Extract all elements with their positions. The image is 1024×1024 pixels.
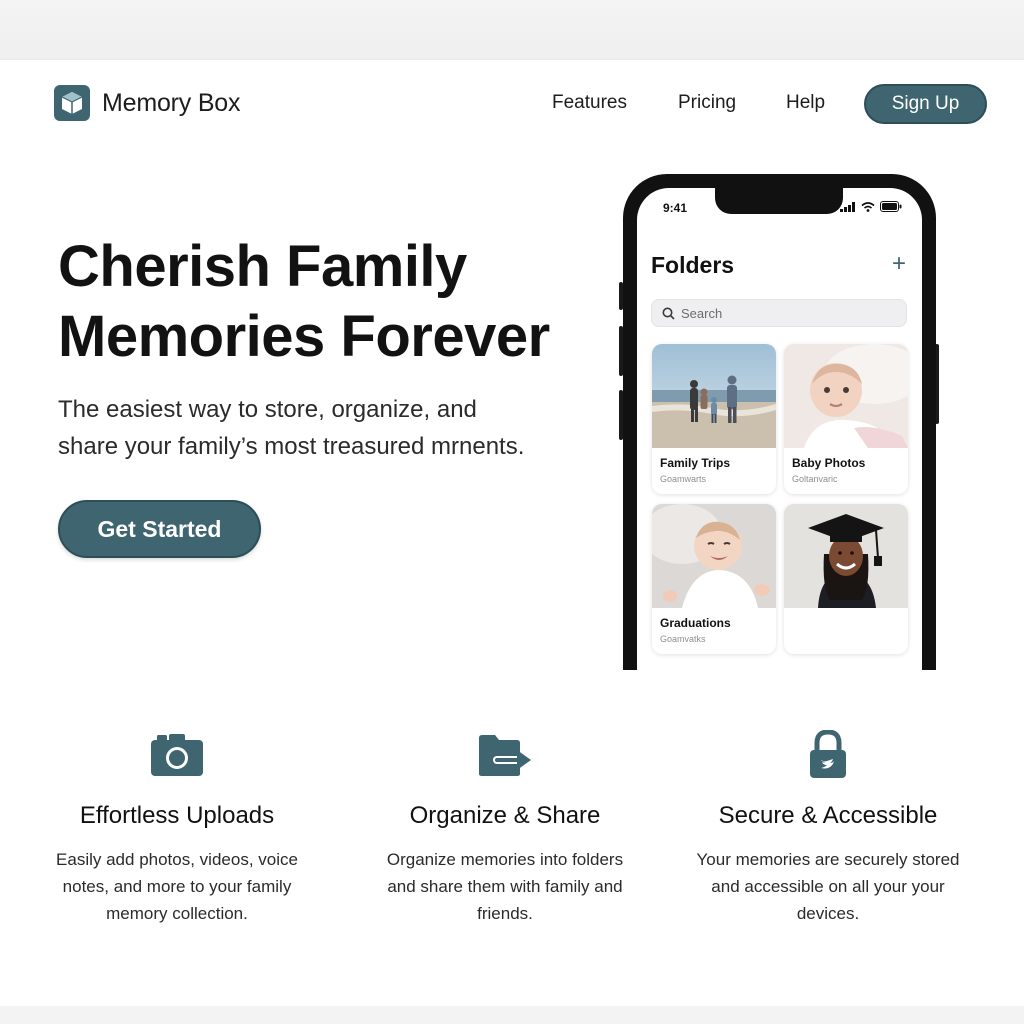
get-started-button[interactable]: Get Started [58,500,261,558]
lock-icon [810,730,846,778]
battery-icon [880,201,902,212]
brand-name: Memory Box [102,88,241,117]
feature-title: Effortless Uploads [79,802,275,829]
family-trips-photo [652,344,776,448]
camera-icon [151,734,203,776]
sign-up-button[interactable]: Sign Up [864,84,987,124]
hero-title-line2: Memories Forever [58,304,550,369]
feature-desc-line: friends. [477,904,533,923]
feature-desc-line: and share them with family and [387,877,623,896]
feature-description: Your memories are securely stored and ac… [678,846,978,927]
feature-desc-line: Your memories are securely stored [696,850,960,869]
folder-card-family-trips[interactable]: Family Trips Goamwarts [652,344,776,494]
nav-link-pricing[interactable]: Pricing [678,92,736,114]
hero-subtitle: The easiest way to store, organize, and … [58,391,578,465]
feature-desc-line: and accessible on all your your [711,877,945,896]
hero-subtitle-line1: The easiest way to store, organize, and [58,396,477,423]
hero-title: Cherish Family Memories Forever [58,232,598,372]
folder-title: Baby Photos [792,456,866,470]
phone-notch [715,188,843,214]
add-folder-plus-icon[interactable]: + [892,252,906,276]
folder-subtitle: Goamvatks [660,634,706,644]
hero-subtitle-line2: share your family’s most treasured mrnen… [58,433,525,460]
folder-title: Family Trips [660,456,731,470]
feature-effortless-uploads: Effortless Uploads Easily add photos, vi… [27,730,327,927]
feature-secure-accessible: Secure & Accessible Your memories are se… [678,730,978,927]
folders-title: Folders [651,252,735,278]
search-icon [662,307,675,320]
feature-title: Organize & Share [409,802,601,829]
feature-title: Secure & Accessible [718,802,938,829]
status-icons [840,201,902,212]
folder-card-graduate[interactable] [784,504,908,654]
graduations-photo [652,504,776,608]
nav-link-help[interactable]: Help [786,92,825,114]
hero-title-line1: Cherish Family [58,234,467,299]
wifi-icon [861,201,875,212]
feature-desc-line: notes, and more to your family [62,877,292,896]
top-browser-band [0,0,1024,60]
feature-description: Organize memories into folders and share… [355,846,655,927]
feature-organize-share: Organize & Share Organize memories into … [355,730,655,927]
nav-link-features[interactable]: Features [552,92,627,114]
search-bar[interactable] [651,299,907,327]
search-input[interactable] [681,305,881,321]
bottom-band [0,1006,1024,1024]
folder-subtitle: Goltanvaric [792,474,838,484]
status-time: 9:41 [663,201,688,215]
phone-screen: 9:41 Folders + Search Family Trips Goamw… [637,188,922,670]
feature-description: Easily add photos, videos, voice notes, … [27,846,327,927]
folder-share-icon [479,735,531,776]
signal-icon [840,201,855,212]
feature-desc-line: Easily add photos, videos, voice [56,850,298,869]
baby-photos-photo [784,344,908,448]
folder-card-graduations[interactable]: Graduations Goamvatks [652,504,776,654]
folder-title: Graduations [660,616,731,630]
folder-card-baby-photos[interactable]: Baby Photos Goltanvaric [784,344,908,494]
feature-desc-line: memory collection. [106,904,248,923]
box-logo-icon [54,85,90,121]
feature-desc-line: devices. [796,904,860,923]
feature-desc-line: Organize memories into folders [386,850,624,869]
brand-logo[interactable]: Memory Box [54,85,241,121]
graduate-photo [784,504,908,608]
folder-subtitle: Goamwarts [660,474,707,484]
phone-mockup: 9:41 Folders + Search Family Trips Goamw… [623,174,936,670]
